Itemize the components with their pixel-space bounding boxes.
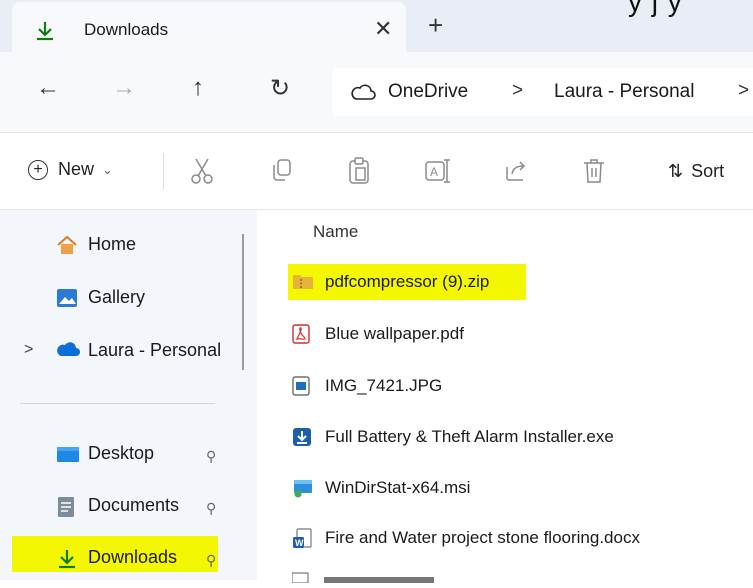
download-icon bbox=[34, 20, 56, 47]
sidebar-item-desktop[interactable]: Desktop bbox=[56, 443, 154, 464]
file-row[interactable]: IMG_7421.JPG bbox=[292, 376, 442, 396]
file-row-partial[interactable] bbox=[291, 570, 442, 584]
file-row[interactable]: WinDirStat-x64.msi bbox=[292, 478, 470, 498]
file-name: IMG_7421.JPG bbox=[325, 376, 443, 395]
file-name: pdfcompressor (9).zip bbox=[325, 272, 490, 291]
file-name: Fire and Water project stone flooring.do… bbox=[325, 528, 640, 547]
pdf-icon bbox=[292, 324, 312, 344]
pin-icon[interactable]: ⚲ bbox=[206, 448, 216, 465]
file-row[interactable]: Blue wallpaper.pdf bbox=[292, 324, 464, 344]
up-arrow-icon[interactable]: ↑ bbox=[192, 74, 204, 102]
svg-text:A: A bbox=[430, 165, 438, 179]
gallery-icon bbox=[56, 288, 78, 308]
sidebar-item-label: Desktop bbox=[88, 443, 155, 463]
breadcrumb-laura-personal[interactable]: Laura - Personal bbox=[554, 81, 694, 103]
file-name: Blue wallpaper.pdf bbox=[325, 324, 464, 343]
share-icon[interactable] bbox=[503, 157, 529, 188]
file-row[interactable]: Full Battery & Theft Alarm Installer.exe bbox=[292, 427, 614, 447]
word-doc-icon: W bbox=[292, 528, 312, 548]
new-tab-button[interactable]: + bbox=[428, 10, 443, 41]
tab-downloads[interactable]: Downloads ✕ bbox=[12, 2, 406, 52]
column-header-name[interactable]: Name bbox=[313, 222, 358, 242]
sidebar-item-label: Gallery bbox=[88, 287, 146, 307]
delete-icon[interactable] bbox=[582, 157, 606, 190]
navigation-pane: Home Gallery > Laura - Personal Desktop … bbox=[0, 210, 257, 580]
file-row[interactable]: pdfcompressor (9).zip bbox=[292, 272, 489, 292]
file-name: Full Battery & Theft Alarm Installer.exe bbox=[325, 427, 614, 446]
sort-button[interactable]: ⇅ Sort bbox=[668, 161, 724, 182]
chevron-down-icon: ⌄ bbox=[102, 161, 113, 177]
home-icon bbox=[56, 235, 78, 255]
breadcrumb-separator[interactable]: > bbox=[512, 80, 523, 102]
pin-icon[interactable]: ⚲ bbox=[206, 500, 216, 517]
svg-text:W: W bbox=[295, 538, 304, 548]
expand-chevron-icon[interactable]: > bbox=[24, 341, 33, 359]
refresh-icon[interactable]: ↻ bbox=[270, 74, 290, 103]
pin-icon[interactable]: ⚲ bbox=[206, 552, 216, 569]
sidebar-scrollbar[interactable] bbox=[242, 234, 244, 370]
close-tab-icon[interactable]: ✕ bbox=[374, 16, 392, 42]
sidebar-item-label: Home bbox=[88, 234, 137, 254]
clipped-top-text: y j y bbox=[628, 0, 683, 17]
paste-icon[interactable] bbox=[347, 157, 371, 190]
back-arrow-icon[interactable]: ← bbox=[36, 74, 60, 102]
forward-arrow-icon[interactable]: → bbox=[112, 74, 136, 102]
file-row[interactable]: W Fire and Water project stone flooring.… bbox=[292, 528, 640, 548]
zip-folder-icon bbox=[292, 272, 313, 292]
desktop-icon bbox=[56, 444, 79, 464]
sidebar-item-home[interactable]: Home bbox=[56, 234, 136, 255]
sidebar-item-laura-personal[interactable]: Laura - Personal bbox=[56, 340, 221, 361]
onedrive-cloud-icon bbox=[56, 341, 80, 361]
sidebar-item-documents[interactable]: Documents bbox=[56, 495, 180, 517]
sidebar-divider bbox=[20, 403, 215, 404]
plus-circle-icon: + bbox=[28, 159, 48, 180]
onedrive-cloud-outline-icon bbox=[350, 82, 376, 107]
tab-title: Downloads bbox=[84, 20, 169, 39]
rename-icon[interactable]: A bbox=[424, 157, 452, 190]
msi-icon bbox=[292, 478, 312, 498]
sidebar-item-downloads[interactable]: Downloads bbox=[56, 547, 177, 568]
toolbar-divider bbox=[163, 153, 164, 189]
breadcrumb-onedrive[interactable]: OneDrive bbox=[388, 81, 468, 103]
sidebar-item-label: Documents bbox=[88, 495, 180, 515]
file-name: WinDirStat-x64.msi bbox=[325, 478, 471, 497]
command-bar: + New ⌄ A ⇅ Sort bbox=[0, 133, 753, 210]
installer-icon bbox=[292, 427, 312, 447]
breadcrumb-separator[interactable]: > bbox=[738, 80, 749, 102]
sidebar-item-label: Laura - Personal bbox=[88, 340, 222, 360]
navigation-bar: ← → ↑ ↻ OneDrive > Laura - Personal > bbox=[0, 52, 753, 133]
address-bar[interactable]: OneDrive > Laura - Personal > bbox=[332, 68, 753, 116]
copy-icon[interactable] bbox=[270, 157, 294, 188]
cut-icon[interactable] bbox=[190, 157, 214, 190]
sidebar-item-gallery[interactable]: Gallery bbox=[56, 287, 145, 308]
sidebar-item-label: Downloads bbox=[88, 547, 178, 567]
documents-icon bbox=[56, 496, 78, 517]
tab-strip: y j y Downloads ✕ + bbox=[0, 0, 753, 52]
new-label: New bbox=[58, 159, 95, 179]
image-icon bbox=[292, 376, 312, 396]
sort-label: Sort bbox=[691, 161, 725, 181]
sort-arrows-icon: ⇅ bbox=[668, 161, 684, 181]
new-button[interactable]: + New ⌄ bbox=[28, 159, 113, 180]
download-icon bbox=[56, 548, 78, 568]
